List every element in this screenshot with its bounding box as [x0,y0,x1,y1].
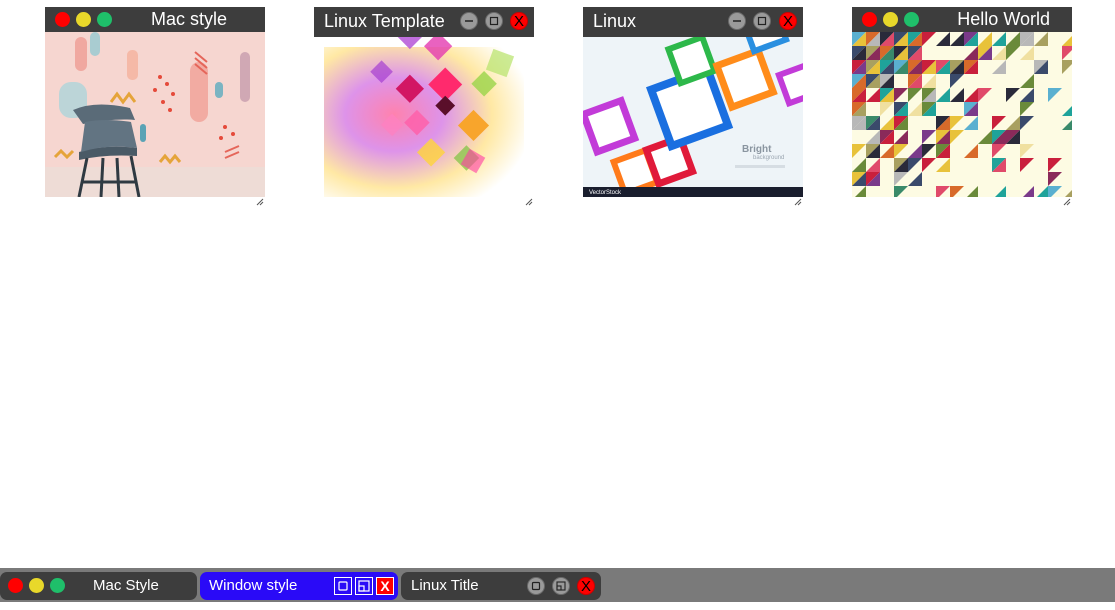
resize-handle-icon[interactable] [794,198,802,206]
minimize-icon[interactable] [334,577,352,595]
window-linux-template[interactable]: Linux Template X [314,7,534,207]
maximize-icon[interactable] [753,12,771,30]
window-linux[interactable]: Linux X Bright background VectorStock [583,7,803,207]
close-dot-icon[interactable] [862,12,877,27]
window-image-triangle-mosaic [852,32,1072,197]
taskbar-item-mac-style[interactable]: Mac Style [0,572,197,600]
minimize-icon[interactable] [460,12,478,30]
window-title: Linux [593,11,637,31]
minimize-dot-icon[interactable] [883,12,898,27]
taskbar-item-label: Linux Title [411,577,479,594]
minimize-icon[interactable] [728,12,746,30]
window-titlebar[interactable]: Linux Template X [314,7,534,37]
window-image-chair [45,32,265,197]
restore-icon[interactable] [355,577,373,595]
taskbar: Mac Style Window style X Linux Title X [0,568,1115,602]
minimize-dot-icon[interactable] [29,578,44,593]
window-hello-world[interactable]: Hello World [852,7,1072,207]
minimize-icon[interactable] [527,577,545,595]
window-mac-style[interactable]: Mac style [45,7,265,207]
window-image-colorful-squares [314,37,534,197]
window-titlebar[interactable]: Linux X [583,7,803,37]
maximize-dot-icon[interactable] [50,578,65,593]
window-title: Linux Template [324,11,445,31]
close-dot-icon[interactable] [55,12,70,27]
image-text-corner: VectorStock [589,190,622,196]
maximize-dot-icon[interactable] [97,12,112,27]
resize-handle-icon[interactable] [1063,198,1071,206]
taskbar-item-label: Mac Style [93,577,159,594]
resize-handle-icon[interactable] [525,198,533,206]
resize-handle-icon[interactable] [256,198,264,206]
maximize-icon[interactable] [485,12,503,30]
image-text-main: Bright [742,144,772,155]
taskbar-item-label: Window style [209,577,298,594]
restore-icon[interactable] [552,577,570,595]
taskbar-item-linux-title[interactable]: Linux Title X [401,572,601,600]
close-icon[interactable]: X [376,577,394,595]
close-icon[interactable]: X [577,577,595,595]
window-titlebar[interactable]: Mac style [45,7,265,32]
minimize-dot-icon[interactable] [76,12,91,27]
window-titlebar[interactable]: Hello World [852,7,1072,32]
image-text-sub: background [753,155,785,161]
close-dot-icon[interactable] [8,578,23,593]
maximize-dot-icon[interactable] [904,12,919,27]
window-image-bright-squares: Bright background VectorStock [583,37,803,197]
taskbar-item-window-style[interactable]: Window style X [200,572,398,600]
window-title: Hello World [957,9,1050,29]
window-title: Mac style [150,9,227,29]
desktop: Mac style Linux Template X Linux X Brigh… [0,0,1115,610]
close-icon[interactable]: X [779,12,797,30]
close-icon[interactable]: X [510,12,528,30]
